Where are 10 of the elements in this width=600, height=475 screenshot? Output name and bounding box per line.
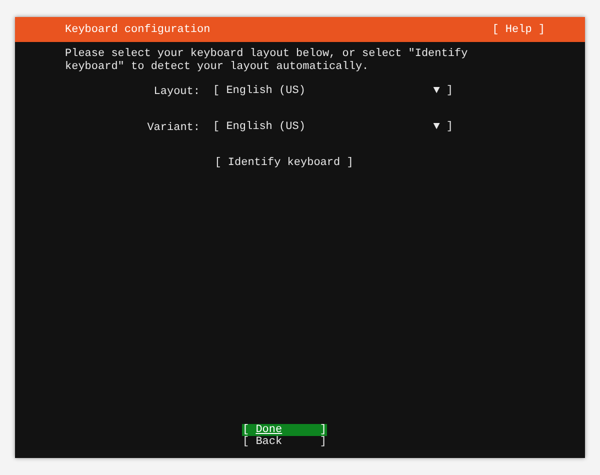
field-label: Layout: xyxy=(152,86,200,98)
menu-button[interactable]: [ Done ] xyxy=(242,424,326,436)
field-label: Variant: xyxy=(146,122,200,134)
dropdown[interactable]: [ English (US) ▼ ] xyxy=(213,121,453,134)
screen-title: Keyboard configuration xyxy=(65,24,210,36)
help-button[interactable]: [ Help ] xyxy=(492,24,545,36)
menu-button[interactable]: [ Back ] xyxy=(242,436,326,448)
instructions-text: Please select your keyboard layout below, or select "Identify keyboard" to detect your layout automatically. xyxy=(65,48,469,74)
dropdown[interactable]: [ English (US) ▼ ] xyxy=(213,85,453,98)
identify-keyboard-button[interactable]: [ Identify keyboard ] xyxy=(214,157,354,169)
